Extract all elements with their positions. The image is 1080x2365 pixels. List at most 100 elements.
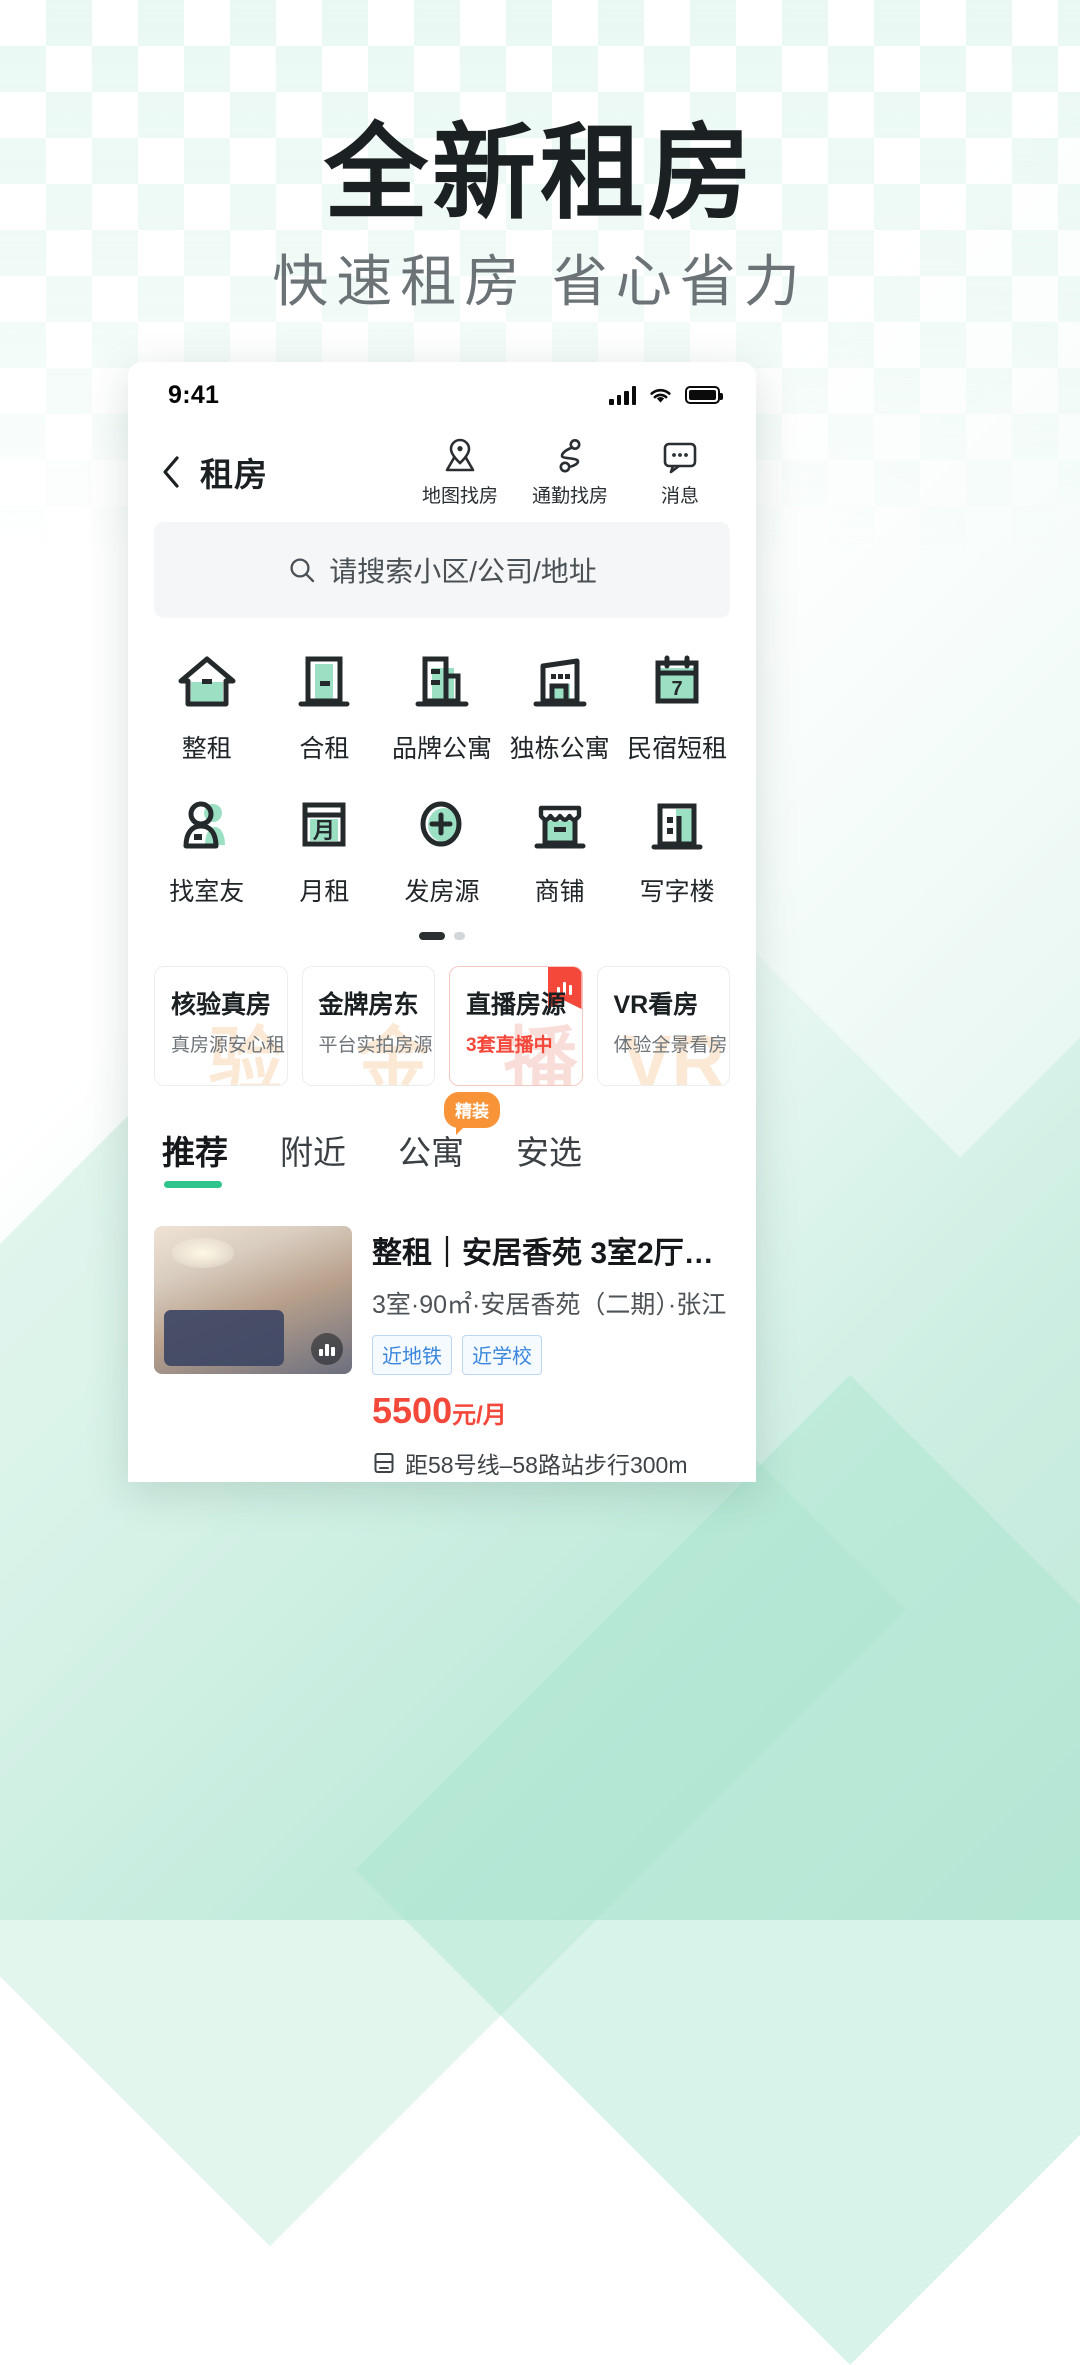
tab-anxuan[interactable]: 安选: [516, 1126, 582, 1174]
tab-apartment[interactable]: 精装 公寓: [398, 1092, 500, 1174]
listing-price-unit: 元/月: [452, 1402, 507, 1429]
category-label: 独栋公寓: [509, 735, 610, 763]
tab-label: 推荐: [162, 1134, 228, 1171]
house-icon: [178, 656, 236, 707]
listing-transit: 距58号线–58路站步行300m: [372, 1446, 730, 1480]
phone-mockup: 9:41 租房 地图找房 通勤找房 消息 请搜索小区/公司/地址 整租 合租 品…: [128, 362, 756, 1482]
status-icons: [609, 385, 723, 405]
listing-tabs: 推荐 附近 精装 公寓 安选: [128, 1086, 756, 1188]
listing-body: 整租｜安居香苑 3室2厅1卫... 3室·90㎡·安居香苑（二期）·张江 近地铁…: [372, 1226, 730, 1480]
nav-action-label: 消息: [660, 486, 699, 507]
search-section: 请搜索小区/公司/地址: [128, 516, 756, 618]
calendar-day-number: 7: [672, 678, 683, 700]
month-glyph: 月: [312, 818, 335, 843]
listing-title: 整租｜安居香苑 3室2厅1卫...: [372, 1237, 730, 1270]
category-item-monthly-rent[interactable]: 月 月租: [266, 795, 384, 908]
grid-pagination[interactable]: [148, 932, 736, 940]
category-item-shop[interactable]: 商铺: [501, 795, 619, 908]
category-label: 写字楼: [639, 878, 715, 906]
pagination-dot[interactable]: [454, 932, 465, 940]
category-item-zhengzu[interactable]: 整租: [148, 652, 266, 765]
nav-action-map-search[interactable]: 地图找房: [418, 436, 502, 508]
feature-cards: 验 核验真房 真房源安心租 金 金牌房东 平台实拍房源 播 直播房源 3套直播中…: [128, 940, 756, 1086]
card-subtitle: 3套直播中: [466, 1035, 553, 1056]
nav-bar: 租房 地图找房 通勤找房 消息: [128, 428, 756, 516]
nav-action-label: 通勤找房: [531, 486, 608, 507]
video-badge-icon: [311, 1333, 343, 1365]
status-time: 9:41: [168, 380, 220, 409]
calendar-7-icon: 7: [655, 655, 699, 704]
category-label: 合租: [299, 735, 350, 763]
message-bubble-icon: [663, 442, 697, 474]
category-label: 整租: [181, 735, 232, 763]
nav-action-commute-search[interactable]: 通勤找房: [528, 436, 612, 508]
nav-actions: 地图找房 通勤找房 消息: [418, 436, 730, 508]
category-item-short-rent[interactable]: 7 民宿短租: [618, 652, 736, 765]
category-label: 月租: [299, 878, 350, 906]
tab-label: 安选: [516, 1134, 582, 1171]
card-subtitle: 真房源安心租: [171, 1035, 286, 1056]
feature-card-live[interactable]: 播 直播房源 3套直播中: [449, 966, 583, 1086]
status-bar: 9:41: [128, 362, 756, 428]
tab-label: 公寓: [398, 1134, 464, 1171]
category-label: 商铺: [534, 878, 585, 906]
card-title: VR看房: [613, 991, 699, 1019]
feature-card-vr[interactable]: VR VR看房 体验全景看房: [596, 966, 730, 1086]
subway-icon: [374, 1453, 394, 1473]
listing-item[interactable]: 整租｜安居香苑 3室2厅1卫... 3室·90㎡·安居香苑（二期）·张江 近地铁…: [154, 1204, 730, 1482]
category-item-publish-listing[interactable]: 发房源: [383, 795, 501, 908]
tab-nearby[interactable]: 附近: [280, 1126, 346, 1174]
listing-tags: 近地铁 近学校: [372, 1335, 730, 1375]
category-grid: 整租 合租 品牌公寓 独栋公寓 7 民宿短租 找室友 月 月租 发房源 商铺 写…: [128, 618, 756, 940]
promo-title: 全新租房: [323, 116, 756, 232]
listing-thumbnail[interactable]: [154, 1226, 352, 1374]
listing-tag: 近学校: [462, 1335, 542, 1375]
search-icon: [290, 558, 315, 583]
wifi-icon: [650, 388, 671, 403]
category-label: 发房源: [404, 878, 480, 906]
promo-subtitle: 快速租房 省心省力: [272, 250, 808, 314]
nav-action-messages[interactable]: 消息: [638, 436, 722, 508]
category-item-hezu[interactable]: 合租: [266, 652, 384, 765]
listing-list: 整租｜安居香苑 3室2厅1卫... 3室·90㎡·安居香苑（二期）·张江 近地铁…: [128, 1204, 756, 1482]
card-title: 直播房源: [466, 991, 567, 1019]
category-item-standalone-apartment[interactable]: 独栋公寓: [501, 652, 619, 765]
card-title: 核验真房: [171, 991, 272, 1019]
promo-text-block: 全新租房 快速租房 省心省力: [0, 118, 1080, 316]
month-calendar-icon: 月: [302, 802, 346, 847]
tab-recommend[interactable]: 推荐: [162, 1126, 228, 1188]
listing-transit-text: 距58号线–58路站步行300m: [405, 1452, 688, 1478]
category-row-2: 找室友 月 月租 发房源 商铺 写字楼: [148, 795, 736, 908]
card-title: 金牌房东: [318, 991, 419, 1019]
tab-label: 附近: [280, 1134, 346, 1171]
shop-icon: [534, 805, 586, 849]
commute-route-icon: [559, 439, 581, 473]
signal-bars-icon: [609, 385, 636, 405]
battery-full-icon: [685, 386, 723, 404]
chevron-left-icon: [163, 456, 179, 488]
feature-card-gold-landlord[interactable]: 金 金牌房东 平台实拍房源: [301, 966, 435, 1086]
door-icon: [298, 656, 350, 707]
tab-badge: 精装: [444, 1092, 500, 1135]
category-item-office[interactable]: 写字楼: [618, 795, 736, 908]
search-input[interactable]: 请搜索小区/公司/地址: [154, 522, 730, 618]
nav-action-label: 地图找房: [421, 486, 498, 507]
office-tower-icon: [651, 803, 703, 850]
listing-meta: 3室·90㎡·安居香苑（二期）·张江: [372, 1291, 727, 1319]
back-button[interactable]: [154, 455, 188, 489]
category-label: 找室友: [169, 878, 245, 906]
roommates-icon: [183, 801, 225, 849]
plus-circle-icon: [420, 801, 462, 847]
category-label: 品牌公寓: [391, 735, 492, 763]
page-title: 租房: [200, 456, 268, 493]
buildings-icon: [415, 656, 469, 707]
category-item-find-roommate[interactable]: 找室友: [148, 795, 266, 908]
category-label: 民宿短租: [627, 735, 728, 763]
tab-active-underline: [164, 1181, 222, 1188]
map-pin-icon: [445, 438, 475, 472]
listing-tag: 近地铁: [372, 1335, 452, 1375]
pagination-dot-active[interactable]: [419, 932, 445, 940]
listing-price-value: 5500: [372, 1390, 453, 1431]
category-item-brand-apartment[interactable]: 品牌公寓: [383, 652, 501, 765]
feature-card-verified[interactable]: 验 核验真房 真房源安心租: [154, 966, 288, 1086]
